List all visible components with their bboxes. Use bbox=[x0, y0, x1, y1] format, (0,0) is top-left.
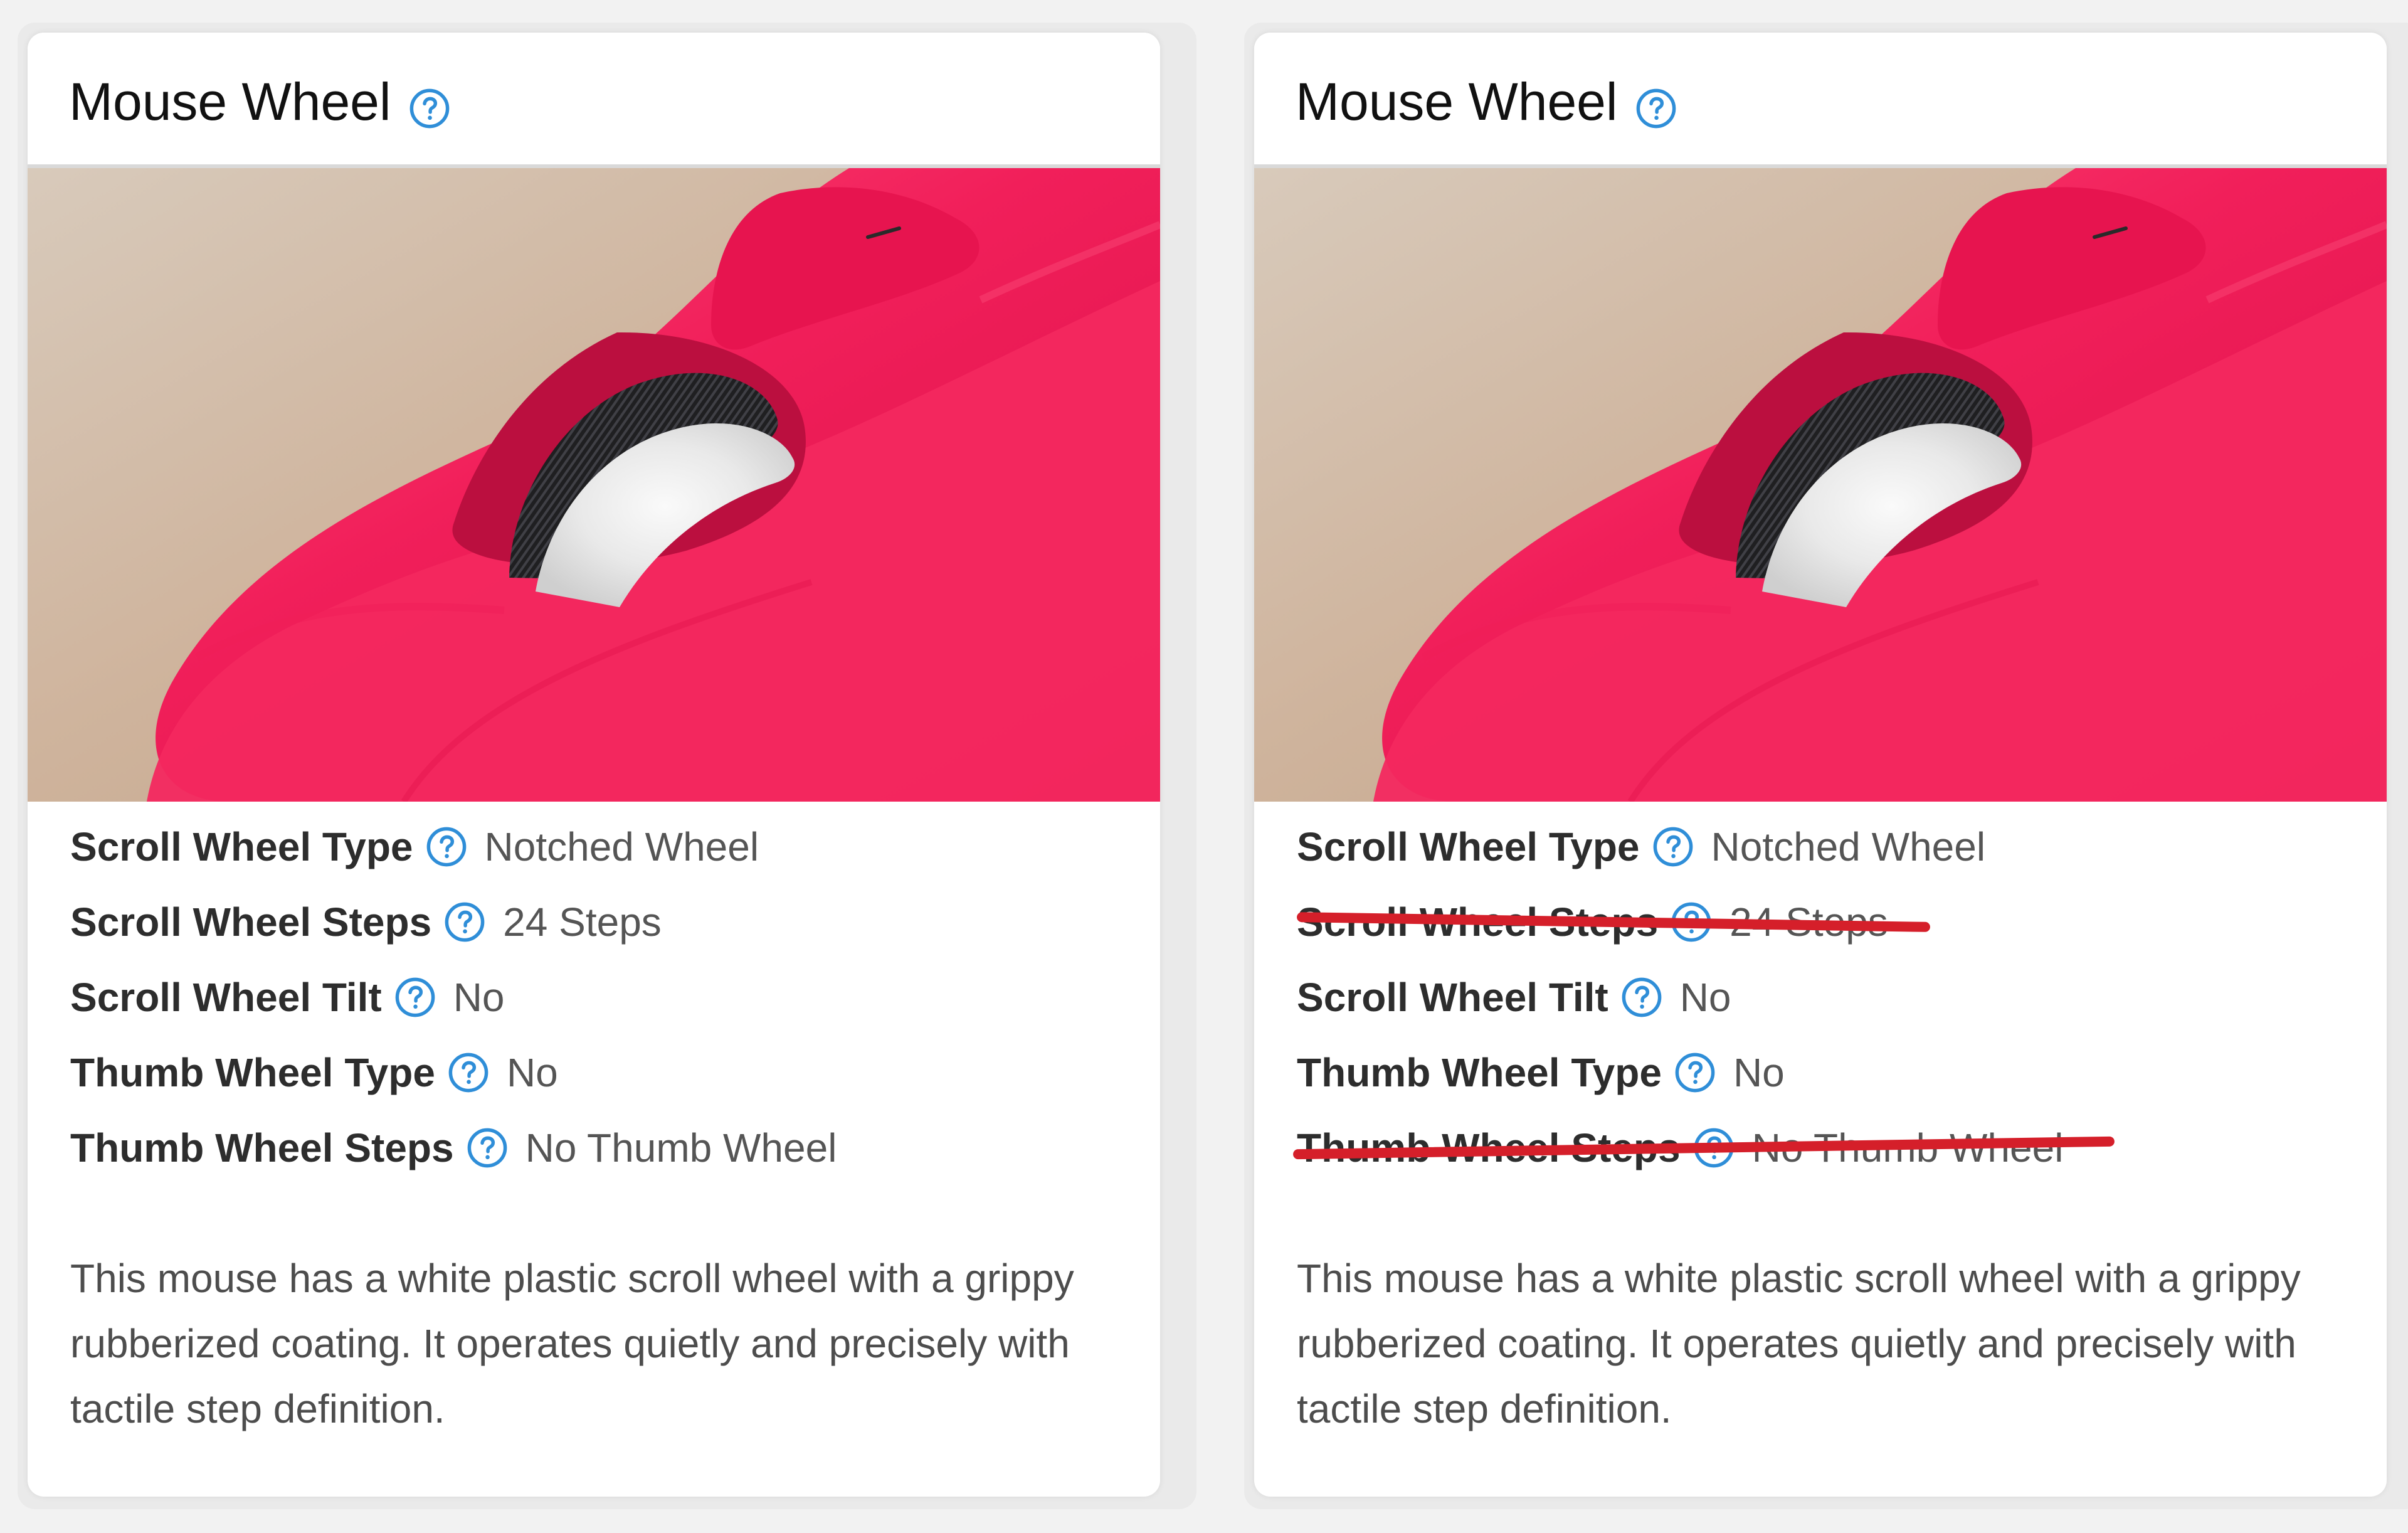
spec-value: No bbox=[1679, 975, 1731, 1020]
spec-thumb-wheel-type: Thumb Wheel Type No bbox=[1297, 1035, 2350, 1110]
spec-label: Thumb Wheel Steps bbox=[70, 1125, 454, 1170]
spec-value: No Thumb Wheel bbox=[525, 1125, 837, 1170]
left-comparison-panel: Mouse Wheel Scroll Wheel Type Notched Wh… bbox=[18, 23, 1196, 1509]
spec-label: Scroll Wheel Steps bbox=[70, 899, 432, 945]
card-title: Mouse Wheel bbox=[1296, 72, 1618, 131]
spec-scroll-wheel-type: Scroll Wheel Type Notched Wheel bbox=[1297, 809, 2350, 884]
help-icon[interactable] bbox=[1674, 1052, 1716, 1093]
card-title: Mouse Wheel bbox=[69, 72, 391, 131]
card-header: Mouse Wheel bbox=[1254, 33, 2387, 168]
spec-label: Scroll Wheel Tilt bbox=[70, 975, 382, 1020]
spec-value: 24 Steps bbox=[503, 899, 662, 945]
spec-label: Scroll Wheel Tilt bbox=[1297, 975, 1608, 1020]
help-icon[interactable] bbox=[1635, 88, 1677, 129]
spec-scroll-wheel-type: Scroll Wheel Type Notched Wheel bbox=[70, 809, 1124, 884]
spec-value: Notched Wheel bbox=[484, 824, 759, 869]
spec-thumb-wheel-steps: Thumb Wheel Steps No Thumb Wheel bbox=[1292, 1110, 2350, 1186]
right-comparison-panel: Mouse Wheel Scroll Wheel Type Notched Wh… bbox=[1244, 23, 2408, 1509]
help-icon[interactable] bbox=[444, 901, 485, 943]
help-icon[interactable] bbox=[409, 88, 450, 129]
spec-value: No bbox=[506, 1050, 558, 1095]
spec-label: Thumb Wheel Type bbox=[1297, 1050, 1662, 1095]
help-icon[interactable] bbox=[1652, 826, 1694, 867]
spec-list: Scroll Wheel Type Notched Wheel Scroll W… bbox=[1292, 809, 2350, 1186]
spec-list: Scroll Wheel Type Notched Wheel Scroll W… bbox=[70, 809, 1124, 1186]
spec-label: Thumb Wheel Type bbox=[70, 1050, 435, 1095]
help-icon[interactable] bbox=[467, 1127, 508, 1169]
spec-thumb-wheel-type: Thumb Wheel Type No bbox=[70, 1035, 1124, 1110]
wheel-description: This mouse has a white plastic scroll wh… bbox=[70, 1256, 1074, 1431]
spec-value: No bbox=[453, 975, 505, 1020]
spec-scroll-wheel-steps: Scroll Wheel Steps 24 Steps bbox=[1296, 884, 2350, 960]
mouse-wheel-image bbox=[1254, 168, 2387, 802]
help-icon[interactable] bbox=[1621, 977, 1662, 1018]
spec-label: Scroll Wheel Type bbox=[1297, 824, 1640, 869]
wheel-description: This mouse has a white plastic scroll wh… bbox=[1297, 1256, 2301, 1431]
spec-scroll-wheel-tilt: Scroll Wheel Tilt No bbox=[1297, 960, 2350, 1035]
help-icon[interactable] bbox=[426, 826, 467, 867]
spec-value: Notched Wheel bbox=[1711, 824, 1986, 869]
spec-scroll-wheel-steps: Scroll Wheel Steps 24 Steps bbox=[70, 884, 1124, 960]
mouse-wheel-card: Mouse Wheel Scroll Wheel Type Notched Wh… bbox=[1254, 33, 2387, 1497]
spec-value: No bbox=[1733, 1050, 1785, 1095]
mouse-wheel-image bbox=[28, 168, 1160, 802]
spec-thumb-wheel-steps: Thumb Wheel Steps No Thumb Wheel bbox=[70, 1110, 1124, 1186]
card-header: Mouse Wheel bbox=[28, 33, 1160, 168]
spec-scroll-wheel-tilt: Scroll Wheel Tilt No bbox=[70, 960, 1124, 1035]
spec-label: Scroll Wheel Type bbox=[70, 824, 413, 869]
help-icon[interactable] bbox=[394, 977, 436, 1018]
help-icon[interactable] bbox=[448, 1052, 489, 1093]
mouse-wheel-card: Mouse Wheel Scroll Wheel Type Notched Wh… bbox=[28, 33, 1160, 1497]
